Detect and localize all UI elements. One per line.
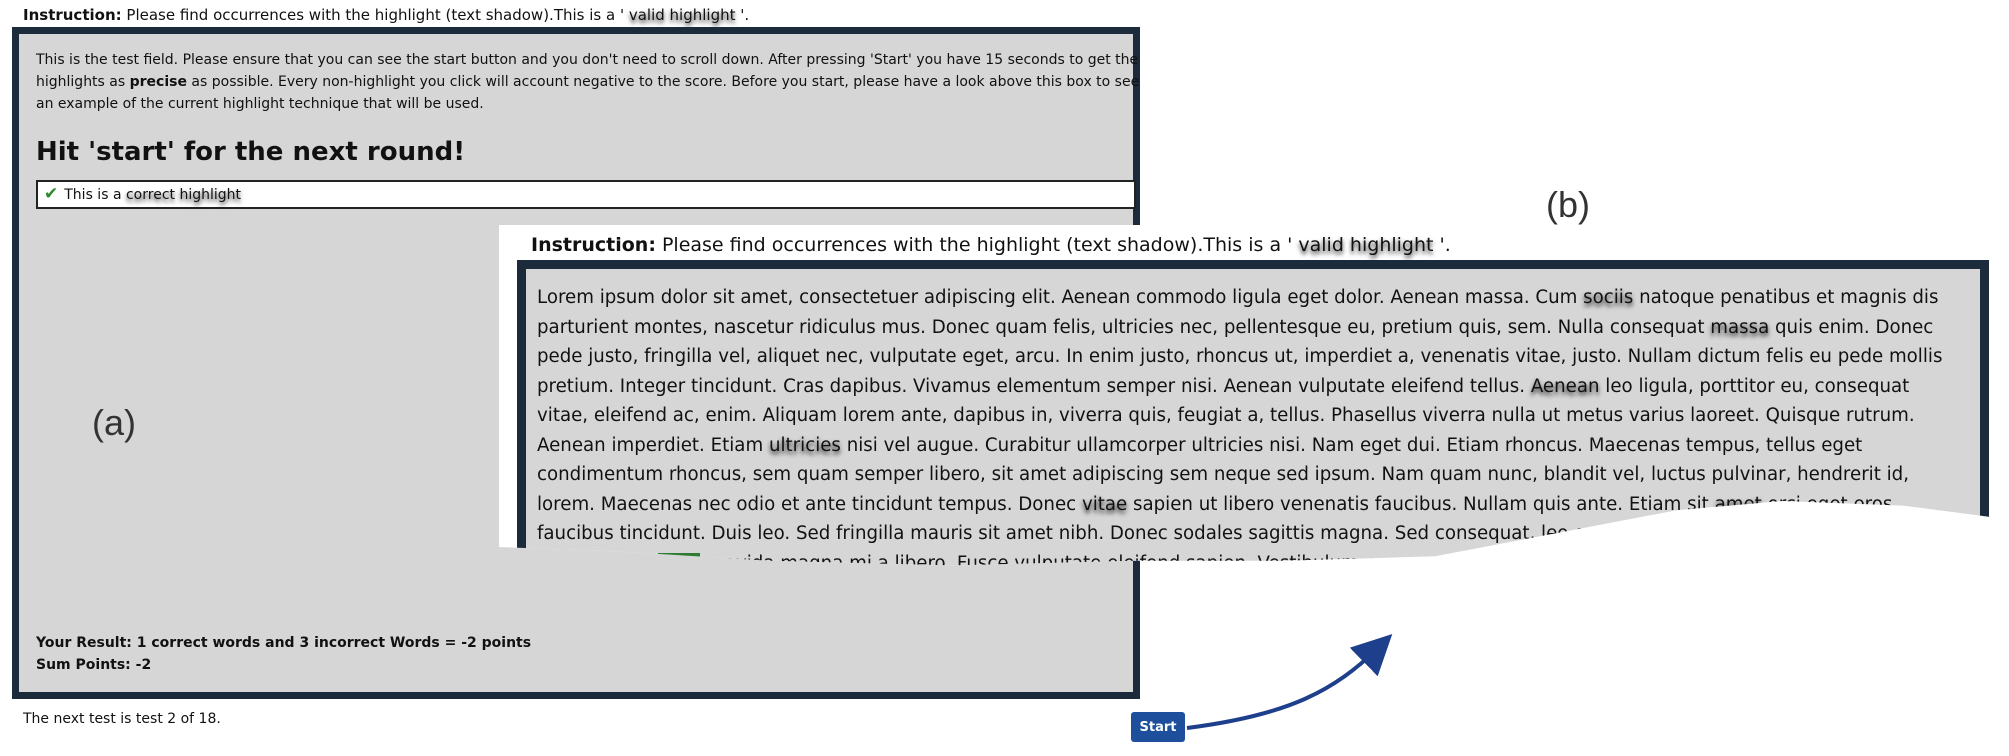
checkmark-icon: ✔ (44, 184, 59, 204)
figure-label-b: (b) (1546, 184, 1590, 225)
highlighted-word[interactable]: amet (1715, 494, 1762, 515)
text-run: Lorem ipsum dolor sit amet, consectetuer… (537, 287, 1584, 308)
instruction-line: Instruction: Please find occurrences wit… (23, 6, 749, 24)
highlighted-word[interactable]: sociis (1583, 287, 1633, 308)
zoom-instruction-highlight-example: valid highlight (1298, 234, 1434, 256)
next-test-info: The next test is test 2 of 18. (23, 711, 221, 727)
instruction-highlight-example: valid highlight (628, 6, 736, 24)
feedback-prefix: This is a (64, 187, 126, 203)
correct-highlight-feedback: ✔ This is a correct highlight (36, 180, 1136, 209)
figure-label-a: (a) (92, 402, 136, 443)
zoom-instruction-line: Instruction: Please find occurrences wit… (531, 234, 1451, 256)
result-summary: Your Result: 1 correct words and 3 incor… (36, 632, 531, 676)
text-run: sapien ut libero venenatis faucibus. Nul… (1127, 493, 1715, 515)
result-line: Your Result: 1 correct words and 3 incor… (36, 635, 532, 651)
highlighted-word[interactable]: vitae (1082, 494, 1127, 515)
highlighted-word[interactable]: massa (1710, 317, 1769, 338)
start-button[interactable]: Start (1131, 712, 1185, 742)
feedback-highlight: correct highlight (125, 187, 242, 203)
instruction-text: Please find occurrences with the highlig… (121, 6, 629, 24)
instruction-label: Instruction: (23, 6, 122, 24)
round-title: Hit 'start' for the next round! (36, 137, 466, 167)
instruction-end: '. (735, 6, 750, 24)
description-bold: precise (129, 74, 187, 90)
test-description: This is the test field. Please ensure th… (36, 49, 1144, 115)
zoom-instruction-label: Instruction: (531, 234, 656, 256)
zoom-instruction-text: Please find occurrences with the highlig… (655, 234, 1299, 256)
highlighted-word[interactable]: ultricies (769, 435, 841, 456)
highlighted-word[interactable]: Aenean (1531, 376, 1600, 397)
sum-points: Sum Points: -2 (36, 657, 152, 673)
highlighted-word[interactable]: tortor (1308, 612, 1359, 633)
description-part: as possible. Every non-highlight you cli… (36, 74, 1140, 112)
zoom-instruction-end: '. (1433, 234, 1451, 256)
